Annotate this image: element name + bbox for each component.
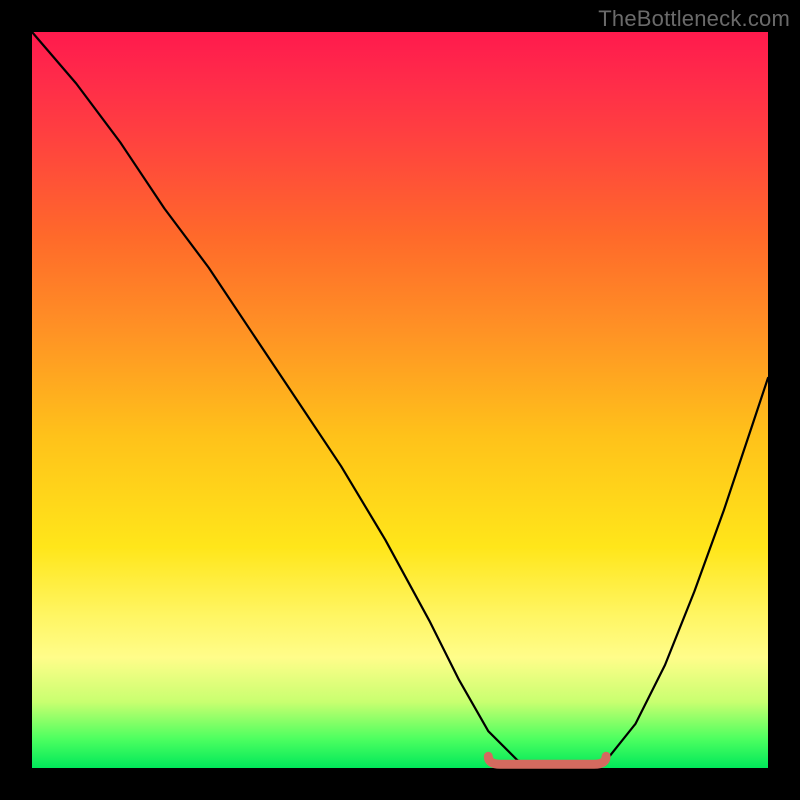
optimal-region-marker xyxy=(488,756,606,764)
chart-frame: TheBottleneck.com xyxy=(0,0,800,800)
watermark-text: TheBottleneck.com xyxy=(598,6,790,32)
chart-plot-area xyxy=(32,32,768,768)
chart-svg xyxy=(32,32,768,768)
bottleneck-curve xyxy=(32,32,768,768)
